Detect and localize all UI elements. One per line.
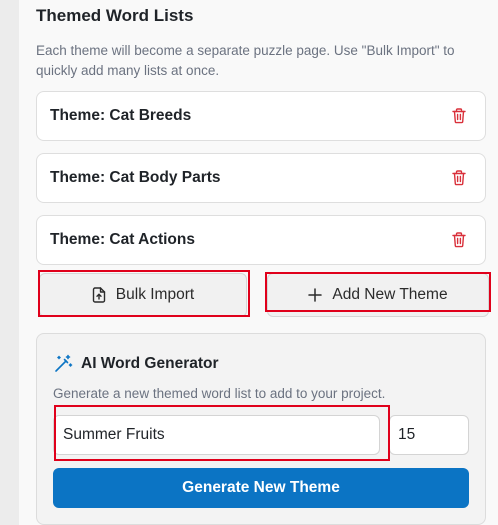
delete-theme-button[interactable] [449,106,469,126]
theme-topic-input[interactable] [53,415,380,455]
bulk-import-label: Bulk Import [115,286,195,303]
word-count-input[interactable] [389,415,469,455]
theme-title: Theme: Cat Body Parts [50,169,221,186]
theme-card[interactable]: Theme: Cat Breeds [36,91,486,141]
theme-card[interactable]: Theme: Cat Body Parts [36,153,486,203]
theme-title: Theme: Cat Breeds [50,107,192,124]
left-rail [0,0,19,525]
generator-description: Generate a new themed word list to add t… [53,386,386,401]
section-description: Each theme will become a separate puzzle… [36,43,455,78]
delete-theme-button[interactable] [449,230,469,250]
section-title: Themed Word Lists [36,6,194,25]
themed-word-lists-panel: Themed Word Lists Each theme will become… [19,0,498,525]
generator-title: AI Word Generator [81,355,219,372]
ai-word-generator-card: AI Word Generator Generate a new themed … [36,333,486,525]
theme-card[interactable]: Theme: Cat Actions [36,215,486,265]
trash-icon [452,232,466,248]
bulk-import-button[interactable]: Bulk Import [39,273,247,317]
generate-new-theme-button[interactable]: Generate New Theme [53,468,469,508]
add-new-theme-button[interactable]: Add New Theme [267,273,489,317]
trash-icon [452,108,466,124]
plus-icon [308,288,323,302]
file-upload-icon [92,287,105,303]
add-new-theme-label: Add New Theme [332,286,448,303]
delete-theme-button[interactable] [449,168,469,188]
theme-title: Theme: Cat Actions [50,231,195,248]
magic-wand-icon [55,354,73,372]
generator-title-row: AI Word Generator [53,354,219,374]
trash-icon [452,170,466,186]
